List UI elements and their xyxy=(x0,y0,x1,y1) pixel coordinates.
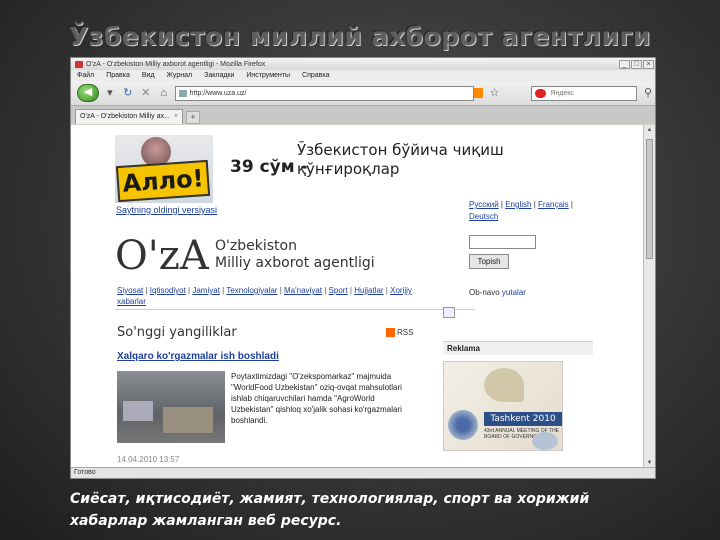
nav-politics[interactable]: Siyosat xyxy=(117,286,143,295)
scroll-thumb[interactable] xyxy=(646,139,653,259)
favicon-icon xyxy=(75,60,83,68)
search-icon[interactable]: ⚲ xyxy=(641,86,655,100)
bird-emblem-icon xyxy=(484,368,524,402)
url-input[interactable]: http://www.uza.uz/ xyxy=(174,85,474,101)
rss-link[interactable]: RSS xyxy=(386,328,413,337)
tab-close-icon[interactable]: × xyxy=(174,110,178,124)
nav-economy[interactable]: Iqtisodiyot xyxy=(150,286,186,295)
nav-culture[interactable]: Ma'naviyat xyxy=(284,286,322,295)
browser-window: O'zA - O'zbekiston Milliy axborot agentl… xyxy=(70,57,656,479)
news-summary: Poytaxtimizdagi "O'zekspomarkaz" majmuid… xyxy=(231,372,402,425)
ad-title: Tashkent 2010 xyxy=(484,412,562,426)
banner-promo: Ўзбекистон бўйича чиқиш қўнғироқлар xyxy=(297,141,504,178)
search-engine-icon[interactable] xyxy=(535,88,547,98)
vertical-scrollbar[interactable]: ▲ ▼ xyxy=(643,125,655,469)
page-viewport: Алло! 39 сўм - Ўзбекистон бўйича чиқиш қ… xyxy=(71,125,645,469)
divider xyxy=(115,309,475,310)
photo-booth xyxy=(123,401,153,421)
window-title: O'zA - O'zbekiston Milliy axborot agentl… xyxy=(86,60,266,68)
navigation-toolbar: ◀ ▾ ↻ ✕ ⌂ http://www.uza.uz/ ☆ Яндекс ⚲ xyxy=(71,81,655,106)
weather-label: Ob-navo xyxy=(469,288,500,297)
lang-english[interactable]: English xyxy=(505,200,531,209)
slide-title: Ўзбекистон миллий ахборот агентлиги xyxy=(69,22,651,51)
new-tab-button[interactable]: + xyxy=(185,111,200,124)
reload-icon[interactable]: ↻ xyxy=(121,86,135,100)
tab-label: O'zA - O'zbekiston Milliy ax... xyxy=(80,113,170,120)
lang-german[interactable]: Deutsch xyxy=(469,212,498,221)
lang-french[interactable]: Français xyxy=(538,200,569,209)
menu-history[interactable]: Журнал xyxy=(167,72,193,79)
ad-banner[interactable]: Алло! 39 сўм - Ўзбекистон бўйича чиқиш қ… xyxy=(115,135,565,203)
home-icon[interactable]: ⌂ xyxy=(157,86,171,100)
bookmark-star-icon[interactable]: ☆ xyxy=(487,86,501,100)
back-button[interactable]: ◀ xyxy=(77,84,99,102)
close-button[interactable]: × xyxy=(643,59,654,69)
menu-tools[interactable]: Инструменты xyxy=(246,72,290,79)
rss-icon xyxy=(386,328,395,337)
search-placeholder: Яндекс xyxy=(550,89,574,97)
menu-bookmarks[interactable]: Закладки xyxy=(204,72,234,79)
old-version-link[interactable]: Saytning oldingi versiyasi xyxy=(116,205,217,215)
allo-ad-image: Алло! xyxy=(115,135,213,203)
agency-name-line2: Milliy axborot agentligi xyxy=(215,255,375,271)
minimize-button[interactable]: _ xyxy=(619,59,630,69)
menu-help[interactable]: Справка xyxy=(302,72,329,79)
allo-logo: Алло! xyxy=(115,159,211,203)
agency-name: O'zbekiston Milliy axborot agentligi xyxy=(215,238,375,272)
news-headline[interactable]: Xalqaro ko'rgazmalar ish boshladi xyxy=(117,351,279,362)
tab-bar: O'zA - O'zbekiston Milliy ax... × + xyxy=(71,106,655,124)
title-bar: O'zA - O'zbekiston Milliy axborot agentl… xyxy=(71,58,655,70)
url-text: http://www.uza.uz/ xyxy=(189,89,247,97)
site-icon xyxy=(178,89,187,97)
menu-bar: Файл Правка Вид Журнал Закладки Инструме… xyxy=(71,70,655,81)
forward-dropdown-icon[interactable]: ▾ xyxy=(103,86,117,100)
section-nav: Siyosat | Iqtisodiyot | Jamiyat | Texnol… xyxy=(117,286,412,306)
tab-oza[interactable]: O'zA - O'zbekiston Milliy ax... × xyxy=(75,109,183,124)
site-search-input[interactable] xyxy=(469,235,536,249)
stop-icon[interactable]: ✕ xyxy=(139,86,153,100)
nav-society[interactable]: Jamiyat xyxy=(192,286,220,295)
news-date: 14.04.2010 13:57 xyxy=(117,455,180,464)
search-input[interactable]: Яндекс xyxy=(531,85,638,101)
ads-heading: Reklama xyxy=(443,341,593,355)
slide-caption: Сиёсат, иқтисодиёт, жамият, технологияла… xyxy=(70,491,590,529)
rss-label: RSS xyxy=(397,328,414,337)
tashkent-ad[interactable]: Tashkent 2010 43rd ANNUAL MEETING OF THE… xyxy=(443,361,563,451)
oza-logo[interactable]: O'zA xyxy=(115,233,209,279)
nav-sport[interactable]: Sport xyxy=(329,286,348,295)
weather-link[interactable]: yutalar xyxy=(502,288,526,297)
language-links: Русский | English | Français | Deutsch xyxy=(469,200,573,221)
maximize-button[interactable]: □ xyxy=(631,59,642,69)
weather-widget: Ob-navo yutalar xyxy=(469,288,526,297)
nav-technology[interactable]: Texnologiyalar xyxy=(226,286,277,295)
agency-name-line1: O'zbekiston xyxy=(215,238,297,254)
menu-edit[interactable]: Правка xyxy=(106,72,130,79)
news-photo[interactable] xyxy=(117,371,225,443)
globe-icon xyxy=(532,432,558,450)
latest-news-heading: So'nggi yangiliklar xyxy=(117,325,237,340)
scroll-up-icon[interactable]: ▲ xyxy=(644,125,655,136)
lang-russian[interactable]: Русский xyxy=(469,200,499,209)
photo-stand xyxy=(163,407,213,433)
nav-documents[interactable]: Hujjatlar xyxy=(354,286,383,295)
status-bar: Готово xyxy=(71,467,655,478)
flag-emblem-icon xyxy=(448,410,478,440)
banner-price: 39 сўм - xyxy=(230,157,308,177)
print-icon[interactable] xyxy=(443,307,455,318)
menu-view[interactable]: Вид xyxy=(142,72,155,79)
site-search-button[interactable]: Topish xyxy=(469,254,509,269)
menu-file[interactable]: Файл xyxy=(77,72,94,79)
feed-icon[interactable] xyxy=(473,88,484,98)
